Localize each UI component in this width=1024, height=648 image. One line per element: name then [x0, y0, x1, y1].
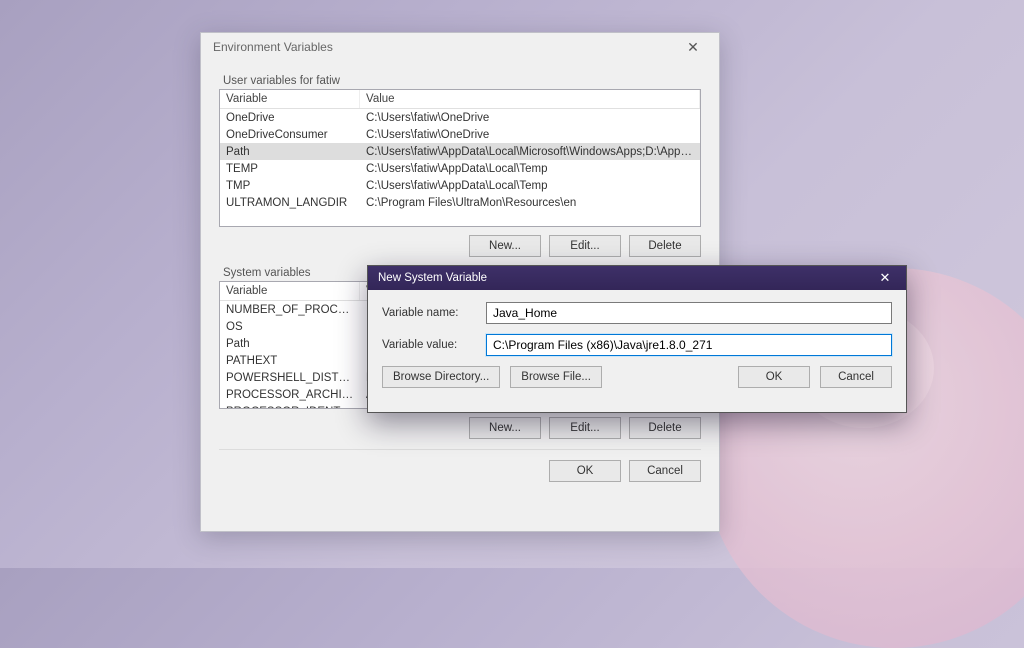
sys-edit-button[interactable]: Edit... — [549, 417, 621, 439]
cell-value: C:\Users\fatiw\AppData\Local\Microsoft\W… — [360, 146, 700, 158]
browse-directory-button[interactable]: Browse Directory... — [382, 366, 500, 388]
separator — [219, 449, 701, 450]
close-icon[interactable]: ✕ — [864, 266, 906, 290]
cell-variable: TEMP — [220, 163, 360, 175]
user-edit-button[interactable]: Edit... — [549, 235, 621, 257]
nsv-titlebar[interactable]: New System Variable ✕ — [368, 266, 906, 290]
col-variable[interactable]: Variable — [220, 282, 360, 300]
cell-variable: TMP — [220, 180, 360, 192]
table-row[interactable]: PathC:\Users\fatiw\AppData\Local\Microso… — [220, 143, 700, 160]
user-delete-button[interactable]: Delete — [629, 235, 701, 257]
table-row[interactable]: OneDriveC:\Users\fatiw\OneDrive — [220, 109, 700, 126]
cell-value: C:\Users\fatiw\OneDrive — [360, 129, 700, 141]
nsv-title: New System Variable — [378, 272, 487, 284]
cell-value: C:\Users\fatiw\AppData\Local\Temp — [360, 180, 700, 192]
table-row[interactable]: TMPC:\Users\fatiw\AppData\Local\Temp — [220, 177, 700, 194]
env-titlebar[interactable]: Environment Variables ✕ — [201, 33, 719, 61]
sys-delete-button[interactable]: Delete — [629, 417, 701, 439]
cell-variable: ULTRAMON_LANGDIR — [220, 197, 360, 209]
cell-value: C:\Users\fatiw\OneDrive — [360, 112, 700, 124]
table-row[interactable]: ULTRAMON_LANGDIRC:\Program Files\UltraMo… — [220, 194, 700, 211]
cell-value: C:\Program Files\UltraMon\Resources\en — [360, 197, 700, 209]
env-cancel-button[interactable]: Cancel — [629, 460, 701, 482]
nsv-cancel-button[interactable]: Cancel — [820, 366, 892, 388]
col-value[interactable]: Value — [360, 90, 700, 108]
cell-variable: OneDriveConsumer — [220, 129, 360, 141]
table-row[interactable]: TEMPC:\Users\fatiw\AppData\Local\Temp — [220, 160, 700, 177]
cell-value: C:\Users\fatiw\AppData\Local\Temp — [360, 163, 700, 175]
sys-new-button[interactable]: New... — [469, 417, 541, 439]
close-icon[interactable]: ✕ — [675, 37, 711, 57]
variable-value-label: Variable value: — [382, 339, 486, 351]
cell-variable: Path — [220, 338, 360, 350]
new-system-variable-dialog: New System Variable ✕ Variable name: Var… — [367, 265, 907, 413]
user-vars-label: User variables for fatiw — [223, 75, 701, 87]
cell-variable: PROCESSOR_IDENTIFIER — [220, 406, 360, 410]
table-row[interactable]: OneDriveConsumerC:\Users\fatiw\OneDrive — [220, 126, 700, 143]
user-new-button[interactable]: New... — [469, 235, 541, 257]
col-variable[interactable]: Variable — [220, 90, 360, 108]
nsv-ok-button[interactable]: OK — [738, 366, 810, 388]
variable-name-label: Variable name: — [382, 307, 486, 319]
cell-variable: Path — [220, 146, 360, 158]
cell-variable: OS — [220, 321, 360, 333]
variable-value-input[interactable] — [486, 334, 892, 356]
env-ok-button[interactable]: OK — [549, 460, 621, 482]
cell-variable: POWERSHELL_DISTRIBUTIO... — [220, 372, 360, 384]
user-vars-list[interactable]: Variable Value OneDriveC:\Users\fatiw\On… — [219, 89, 701, 227]
env-title: Environment Variables — [213, 40, 333, 54]
user-list-header: Variable Value — [220, 90, 700, 109]
variable-name-input[interactable] — [486, 302, 892, 324]
cell-variable: PATHEXT — [220, 355, 360, 367]
cell-variable: PROCESSOR_ARCHITECTURE — [220, 389, 360, 401]
browse-file-button[interactable]: Browse File... — [510, 366, 602, 388]
cell-variable: NUMBER_OF_PROCESSORS — [220, 304, 360, 316]
cell-variable: OneDrive — [220, 112, 360, 124]
